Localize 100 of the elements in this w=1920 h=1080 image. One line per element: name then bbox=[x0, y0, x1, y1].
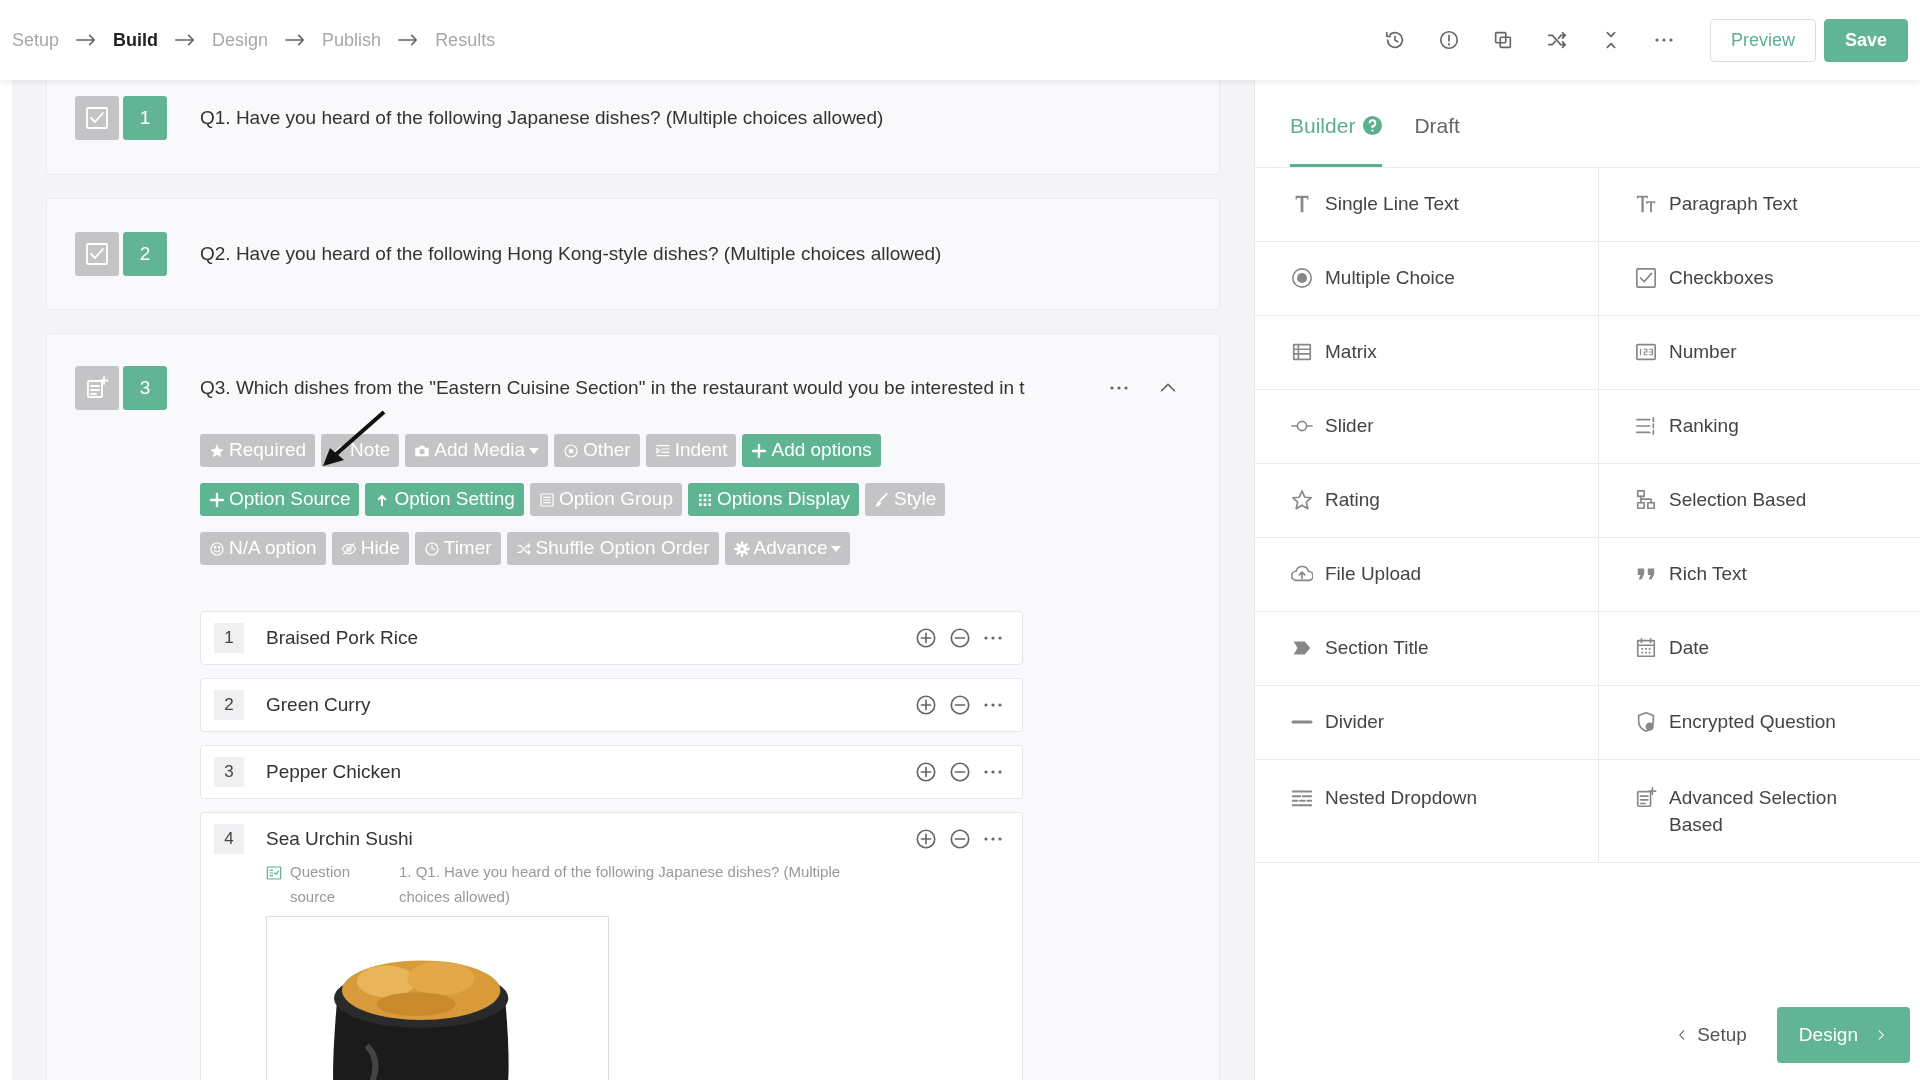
number-icon bbox=[1635, 341, 1657, 363]
more-icon bbox=[1109, 386, 1129, 390]
more-icon bbox=[983, 837, 1003, 841]
dash-icon bbox=[1291, 720, 1313, 724]
hierarchy-icon bbox=[1635, 489, 1657, 511]
add-option-button[interactable] bbox=[915, 627, 937, 649]
step-link[interactable]: Results bbox=[435, 26, 496, 54]
panel-tab[interactable]: Builder bbox=[1290, 86, 1383, 167]
gear-icon bbox=[733, 540, 750, 557]
field-type-item[interactable]: Paragraph Text bbox=[1599, 167, 1920, 242]
toolbar-button[interactable]: Required bbox=[200, 434, 316, 467]
field-type-item[interactable]: Advanced Selection Based bbox=[1599, 759, 1920, 863]
toolbar-button[interactable]: Option Group bbox=[529, 483, 682, 516]
remove-option-button[interactable] bbox=[949, 694, 971, 716]
shuffle-button[interactable] bbox=[1545, 29, 1568, 51]
remove-option-button[interactable] bbox=[949, 627, 971, 649]
plus-circle-icon bbox=[915, 694, 937, 716]
toolbar-button[interactable]: Shuffle Option Order bbox=[506, 532, 719, 565]
list-check-icon bbox=[266, 865, 282, 881]
field-type-item[interactable]: Section Title bbox=[1255, 611, 1599, 686]
plus-icon bbox=[209, 491, 225, 508]
field-type-item[interactable]: Nested Dropdown bbox=[1255, 759, 1599, 863]
back-link[interactable]: Setup bbox=[1669, 1019, 1753, 1051]
eye-slash-icon bbox=[340, 540, 357, 557]
step-link[interactable]: Publish bbox=[322, 26, 382, 54]
checkbox-icon bbox=[1635, 267, 1657, 289]
preview-button[interactable]: Preview bbox=[1709, 18, 1816, 62]
more-button[interactable] bbox=[1653, 38, 1674, 42]
more-button[interactable] bbox=[1109, 386, 1129, 390]
option-more-button[interactable] bbox=[983, 837, 1003, 841]
question-title: Q2. Have you heard of the following Hong Kong-style dishes? (Multiple choices allowed) bbox=[200, 241, 942, 266]
toolbar-button[interactable]: Options Display bbox=[687, 483, 860, 516]
field-type-item[interactable]: Matrix bbox=[1255, 315, 1599, 390]
toolbar-button[interactable]: Option Source bbox=[200, 483, 360, 516]
field-type-item[interactable]: Rating bbox=[1255, 463, 1599, 538]
field-type-item[interactable]: Ranking bbox=[1599, 389, 1920, 464]
field-type-item[interactable]: Checkboxes bbox=[1599, 241, 1920, 316]
add-option-button[interactable] bbox=[915, 761, 937, 783]
document-plus-icon bbox=[1635, 786, 1657, 809]
step-link[interactable]: Build bbox=[113, 26, 159, 54]
target-icon bbox=[563, 442, 580, 459]
option-number: 1 bbox=[214, 623, 244, 653]
remove-option-button[interactable] bbox=[949, 828, 971, 850]
option-more-button[interactable] bbox=[983, 770, 1003, 774]
field-type-item[interactable]: Divider bbox=[1255, 685, 1599, 760]
field-type-item[interactable]: Encrypted Question bbox=[1599, 685, 1920, 760]
shuffle-icon bbox=[515, 540, 532, 557]
add-option-button[interactable] bbox=[915, 828, 937, 850]
caret-icon bbox=[831, 545, 842, 552]
add-option-button[interactable] bbox=[915, 694, 937, 716]
toolbar-button[interactable]: Hide bbox=[331, 532, 409, 565]
field-type-item[interactable]: Multiple Choice bbox=[1255, 241, 1599, 316]
question-number: 2 bbox=[123, 232, 167, 276]
question-type-icon bbox=[75, 232, 119, 276]
radio-icon bbox=[1291, 267, 1313, 289]
field-type-item[interactable]: Number bbox=[1599, 315, 1920, 390]
toolbar-button[interactable]: Timer bbox=[414, 532, 501, 565]
toolbar-button[interactable]: Indent bbox=[645, 434, 737, 467]
next-button[interactable]: Design bbox=[1776, 1007, 1910, 1063]
toolbar-button[interactable]: Add options bbox=[742, 434, 881, 467]
field-type-item[interactable]: File Upload bbox=[1255, 537, 1599, 612]
option-number: 3 bbox=[214, 757, 244, 787]
toolbar-button[interactable]: Option Setting bbox=[365, 483, 524, 516]
toolbar-button[interactable]: N/A option bbox=[200, 532, 326, 565]
panel-tab[interactable]: Draft bbox=[1414, 86, 1460, 167]
option-more-button[interactable] bbox=[983, 636, 1003, 640]
help-icon bbox=[1363, 116, 1383, 136]
save-button[interactable]: Save bbox=[1823, 18, 1908, 62]
history-button[interactable] bbox=[1383, 29, 1406, 51]
text-size-icon bbox=[1635, 193, 1657, 215]
question-title: Q1. Have you heard of the following Japanese dishes? (Multiple choices allowed) bbox=[200, 105, 884, 130]
remove-option-button[interactable] bbox=[949, 761, 971, 783]
source-label: Question source bbox=[290, 862, 352, 907]
field-type-item[interactable]: Single Line Text bbox=[1255, 167, 1599, 242]
step-link[interactable]: Setup bbox=[12, 26, 60, 54]
field-type-item[interactable]: Date bbox=[1599, 611, 1920, 686]
option-number: 4 bbox=[214, 824, 244, 854]
minus-circle-icon bbox=[949, 694, 971, 716]
minus-circle-icon bbox=[949, 627, 971, 649]
indent-icon bbox=[654, 442, 671, 459]
field-type-item[interactable]: Selection Based bbox=[1599, 463, 1920, 538]
plus-circle-icon bbox=[915, 761, 937, 783]
toolbar-button[interactable]: Other bbox=[554, 434, 640, 467]
field-type-item[interactable]: Slider bbox=[1255, 389, 1599, 464]
toolbar-button[interactable]: Style bbox=[865, 483, 946, 516]
option-label: Pepper Chicken bbox=[266, 759, 402, 784]
table-icon bbox=[1291, 341, 1313, 363]
field-type-item[interactable]: Rich Text bbox=[1599, 537, 1920, 612]
calendar-icon bbox=[1635, 637, 1657, 659]
option-label: Green Curry bbox=[266, 692, 371, 717]
more-icon bbox=[1653, 38, 1674, 42]
step-link[interactable]: Design bbox=[212, 26, 269, 54]
dropdown-button[interactable]: Add Media bbox=[405, 434, 549, 467]
option-more-button[interactable] bbox=[983, 703, 1003, 707]
warning-button[interactable] bbox=[1437, 29, 1460, 51]
question-type-icon bbox=[75, 366, 119, 410]
dropdown-button[interactable]: Advance bbox=[724, 532, 851, 565]
plus-icon bbox=[751, 442, 768, 459]
shuffle-icon bbox=[1545, 29, 1568, 51]
plus-circle-icon bbox=[915, 627, 937, 649]
